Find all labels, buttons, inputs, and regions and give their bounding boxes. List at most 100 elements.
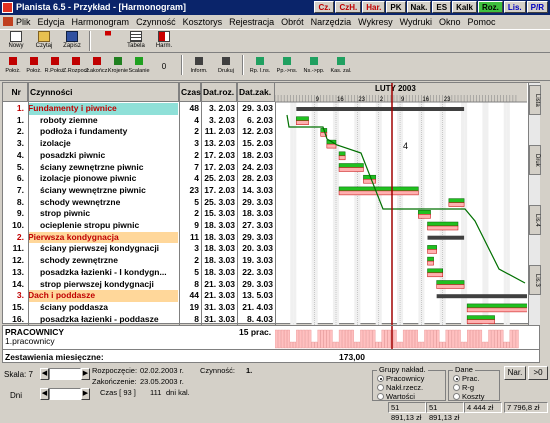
group-row[interactable]: 1. Fundamenty i piwnice 48 3. 2.03 29. 3.03 xyxy=(3,103,275,115)
table-button[interactable]: Tabela xyxy=(123,30,149,52)
tool-button[interactable]: Rp. I.ns. xyxy=(247,54,273,80)
menu-item[interactable]: Wydruki xyxy=(400,17,432,27)
start-value: 02.02.2003 r. xyxy=(140,366,184,375)
badge-cz[interactable]: Cz. xyxy=(314,1,335,13)
tool-button[interactable]: Pp.->ns. xyxy=(274,54,300,80)
end-date-cell: 24. 2.03 xyxy=(242,161,273,172)
menu-item[interactable]: Plik xyxy=(16,17,31,27)
tool-button[interactable]: Położ. xyxy=(24,54,44,80)
tool-button[interactable]: Krojenie xyxy=(108,54,128,80)
group-row[interactable]: 3. Dach i poddasze 44 21. 3.03 13. 5.03 xyxy=(3,290,275,302)
weekend-shade xyxy=(357,102,361,325)
resource-group-radio[interactable]: Wartości xyxy=(377,392,424,401)
baseline-bar xyxy=(427,249,437,254)
tool-button[interactable]: Inform. xyxy=(186,54,212,80)
open-button[interactable]: Czytaj xyxy=(31,30,57,52)
table-row[interactable]: 16. posadzka łazienki - poddasze 8 31. 3.03… xyxy=(3,314,275,326)
menu-item[interactable]: Wykresy xyxy=(358,17,392,27)
badge-kalk[interactable]: Kalk xyxy=(452,1,477,13)
tool-button[interactable]: Położ. xyxy=(3,54,23,80)
table-row[interactable]: 11. ściany pierwszej kondygnacji 3 18. 3.03… xyxy=(3,243,275,255)
tool-button[interactable]: Drukuj xyxy=(213,54,239,80)
badge-pr[interactable]: P/R xyxy=(526,1,548,13)
nar-button[interactable]: Nar. xyxy=(504,366,526,380)
group-row[interactable]: 2. Pierwsza kondygnacja 11 18. 3.03 29. 3.03 xyxy=(3,231,275,244)
menu-item[interactable]: Kosztorys xyxy=(183,17,223,27)
menu-item[interactable]: Obrót xyxy=(281,17,304,27)
tool-button[interactable]: Z.Rozpocz xyxy=(63,54,89,80)
resource-group-radio[interactable]: Nakł.rzecz. xyxy=(377,383,424,392)
badge-roz[interactable]: Roz. xyxy=(477,1,503,13)
tool-button[interactable]: Kas. zal. xyxy=(328,54,354,80)
table-row[interactable]: 4. posadzki piwnic 2 17. 2.03 18. 2.03 xyxy=(3,150,275,162)
tool-button[interactable]: Ns.->pp. xyxy=(301,54,327,80)
pin-icon xyxy=(105,31,111,42)
tool-icon xyxy=(6,57,20,65)
badge-har[interactable]: Har. xyxy=(362,1,386,13)
duration-cell: 7 xyxy=(194,161,199,172)
zoom-field[interactable]: 0 xyxy=(150,54,178,80)
scale-right-button[interactable]: ▶ xyxy=(81,368,90,380)
resource-item[interactable]: 1.pracownicy xyxy=(5,336,55,346)
tool-button[interactable]: Scalanie xyxy=(128,54,150,80)
menu-item[interactable]: Harmonogram xyxy=(72,17,130,27)
table-row[interactable]: 2. podłoża i fundamenty 2 11. 2.03 12. 2.03 xyxy=(3,126,275,138)
badge-lis[interactable]: Lis. xyxy=(503,1,526,13)
histogram-bar xyxy=(506,341,510,349)
menu-item[interactable]: Czynność xyxy=(136,17,176,27)
menu-item[interactable]: Rejestracja xyxy=(229,17,274,27)
table-row[interactable]: 6. izolacje pionowe piwnic 4 25. 2.03 28. 2.… xyxy=(3,173,275,185)
scale-left-button[interactable]: ◀ xyxy=(40,368,49,380)
next-button[interactable]: >0 xyxy=(528,366,548,380)
dni-left-button[interactable]: ◀ xyxy=(40,388,49,400)
header-name[interactable]: Czynności xyxy=(28,83,179,102)
histogram-bar xyxy=(463,341,467,349)
dni-slider[interactable] xyxy=(49,388,81,400)
dni-right-button[interactable]: ▶ xyxy=(81,388,90,400)
menu-item[interactable]: Edycja xyxy=(38,17,65,27)
table-row[interactable]: 7. ściany wewnętrzne piwnic 23 17. 2.03 14. … xyxy=(3,185,275,197)
column-divider xyxy=(179,83,180,325)
menu-item[interactable]: Okno xyxy=(439,17,461,27)
activity-name: schody wewnętrzne xyxy=(40,196,121,207)
table-row[interactable]: 15. ściany poddasza 19 31. 3.03 21. 4.03 xyxy=(3,302,275,314)
new-button[interactable]: Nowy xyxy=(3,30,29,52)
tool-icon xyxy=(90,57,104,65)
task-bar xyxy=(338,186,419,192)
table-row[interactable]: 10. ocieplenie stropu piwnic 9 18. 3.03 27. … xyxy=(3,220,275,232)
tool-button[interactable]: Z.akończ. xyxy=(85,54,109,80)
resource-group-radio[interactable]: Pracownicy xyxy=(377,374,424,383)
data-radio[interactable]: R-g xyxy=(453,383,485,392)
table-row[interactable]: 1. roboty ziemne 4 3. 2.03 6. 2.03 xyxy=(3,115,275,127)
badge-pk[interactable]: PK xyxy=(386,1,406,13)
header-start-date[interactable]: Dat.roz. xyxy=(201,83,237,102)
duration-cell: 44 xyxy=(189,290,199,301)
table-row[interactable]: 9. strop piwnic 2 15. 3.03 18. 3.03 xyxy=(3,208,275,220)
histogram-bar xyxy=(430,329,434,349)
side-tab[interactable]: Druk xyxy=(529,145,541,175)
side-tab[interactable]: Lis.4 xyxy=(529,205,541,235)
table-row[interactable]: 5. ściany zewnętrzne piwnic 7 17. 2.03 24. 2… xyxy=(3,162,275,174)
header-czas[interactable]: Czas xyxy=(179,83,201,102)
table-row[interactable]: 3. izolacje 3 13. 2.03 15. 2.03 xyxy=(3,138,275,150)
tool-button[interactable]: R.Położ. xyxy=(45,54,65,80)
data-radio[interactable]: Prac. xyxy=(453,374,485,383)
table-row[interactable]: 14. strop pierwszej kondygnacji 8 21. 3.03 2… xyxy=(3,279,275,291)
side-tab[interactable]: Lista xyxy=(529,85,541,115)
side-tab[interactable]: Lis.3 xyxy=(529,265,541,295)
pin-button[interactable] xyxy=(95,30,121,52)
scale-slider[interactable] xyxy=(49,368,81,380)
table-row[interactable]: 13. posadzka łazienki - I kondygn... 5 18. … xyxy=(3,267,275,279)
table-row[interactable]: 8. schody wewnętrzne 5 25. 3.03 29. 3.03 xyxy=(3,197,275,209)
header-end-date[interactable]: Dat.zak. xyxy=(237,83,275,102)
table-row[interactable]: 12. schody zewnętrzne 2 18. 3.03 19. 3.03 xyxy=(3,255,275,267)
badge-czh[interactable]: CzH. xyxy=(335,1,362,13)
harmonogram-button[interactable]: Harm. xyxy=(151,30,177,52)
menu-item[interactable]: Narzędzia xyxy=(311,17,352,27)
badge-es[interactable]: ES xyxy=(432,1,452,13)
menu-item[interactable]: Pomoc xyxy=(468,17,496,27)
badge-nak[interactable]: Nak. xyxy=(406,1,432,13)
save-button[interactable]: Zapisz xyxy=(59,30,85,52)
data-radio[interactable]: Koszty xyxy=(453,392,485,401)
header-nr[interactable]: Nr xyxy=(3,83,28,102)
